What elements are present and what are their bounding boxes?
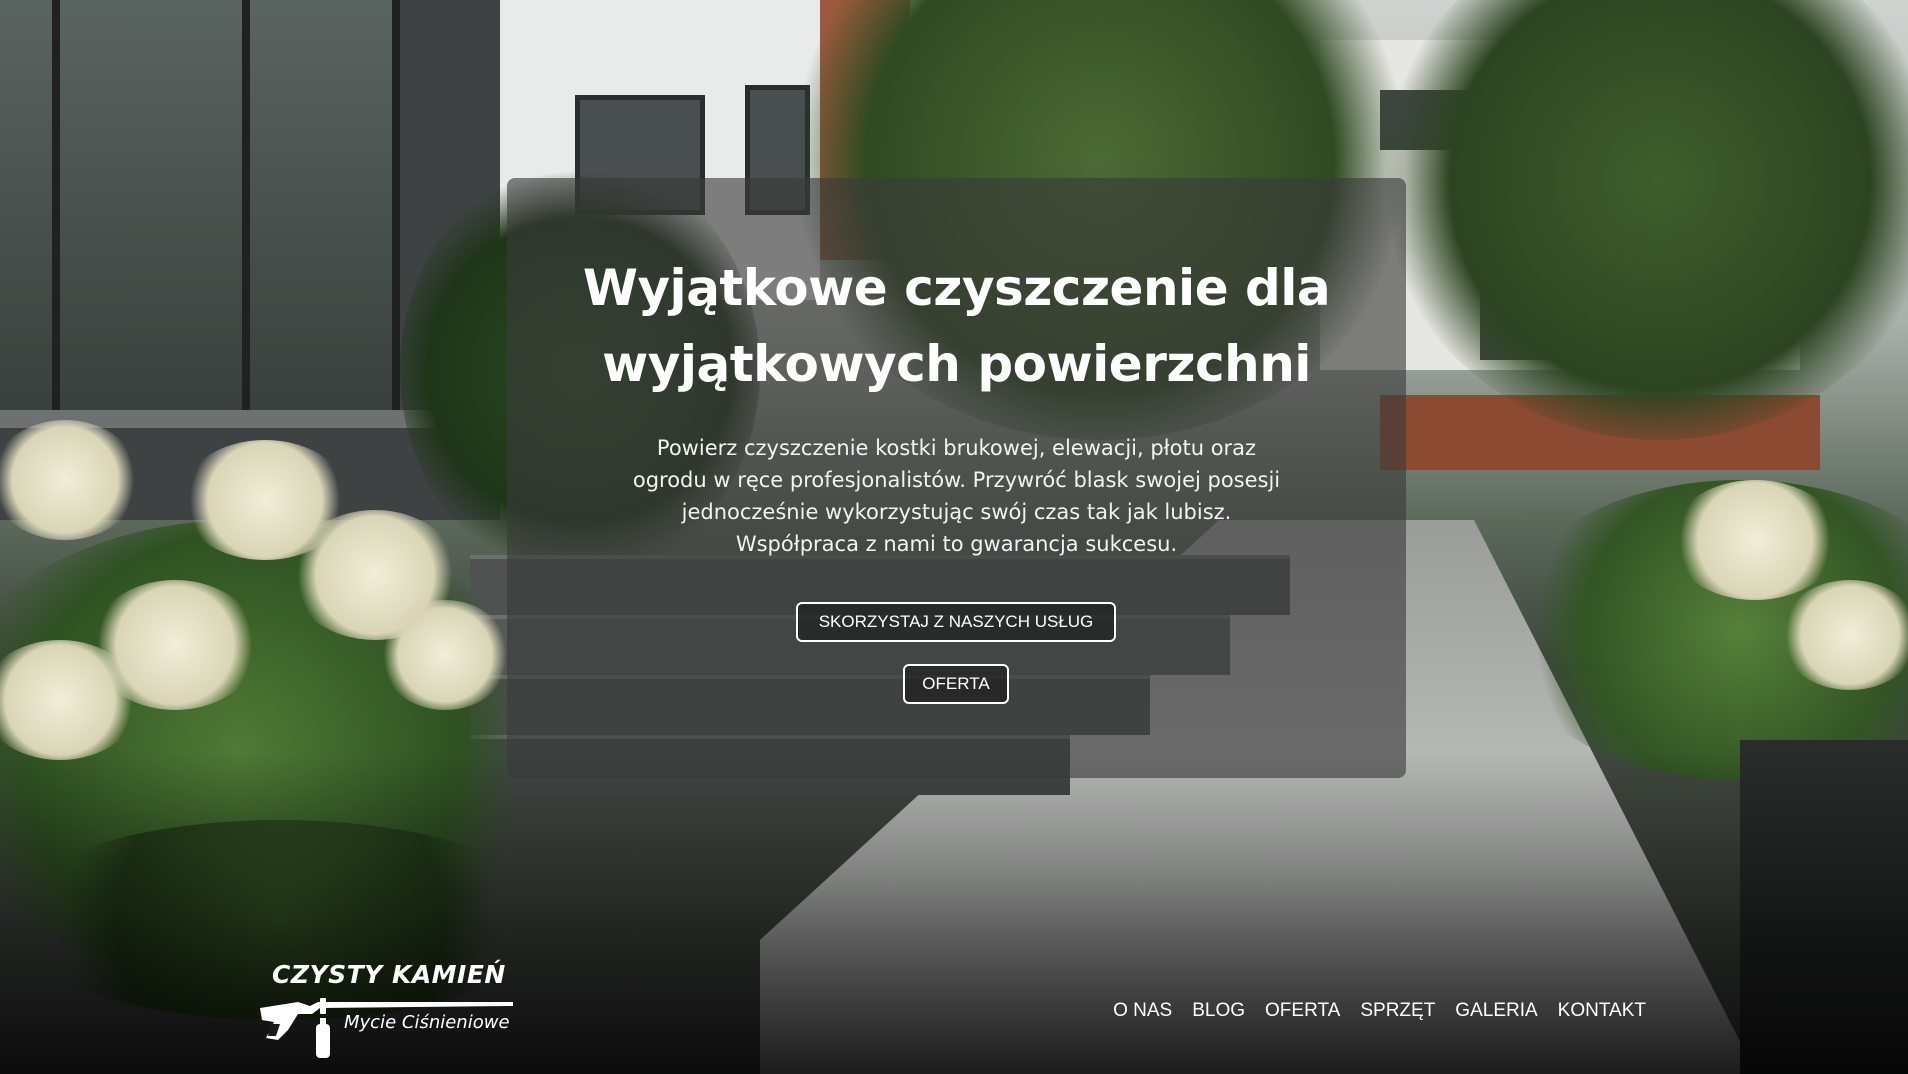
nav-item-oferta[interactable]: OFERTA [1265, 1000, 1340, 1022]
hero-title-line: wyjątkowych powierzchni [602, 335, 1311, 393]
offer-button[interactable]: OFERTA [903, 664, 1009, 704]
nav-item-blog[interactable]: BLOG [1192, 1000, 1245, 1022]
use-our-services-button[interactable]: SKORZYSTAJ Z NASZYCH USŁUG [796, 602, 1116, 642]
hero-description: Powierz czyszczenie kostki brukowej, ele… [600, 432, 1313, 560]
logo-title: CZYSTY KAMIEŃ [272, 960, 506, 989]
nav-item-sprzet[interactable]: SPRZĘT [1360, 1000, 1435, 1022]
nav-item-kontakt[interactable]: KONTAKT [1558, 1000, 1646, 1022]
hero-description-line: Współpraca z nami to gwarancja sukcesu. [735, 532, 1178, 556]
logo[interactable]: CZYSTY KAMIEŃ Mycie Ciśnieniowe [258, 960, 528, 1060]
hero-description-line: jednocześnie wykorzystując swój czas tak… [681, 500, 1232, 524]
hero-description-line: Powierz czyszczenie kostki brukowej, ele… [656, 436, 1257, 460]
logo-subtitle: Mycie Ciśnieniowe [344, 1012, 510, 1033]
hero-description-line: ogrodu w ręce profesjonalistów. Przywróć… [632, 468, 1281, 492]
main-nav: O NAS BLOG OFERTA SPRZĘT GALERIA KONTAKT [1093, 1000, 1646, 1022]
nav-item-o-nas[interactable]: O NAS [1113, 1000, 1172, 1022]
hero-title: Wyjątkowe czyszczenie dla wyjątkowych po… [507, 250, 1406, 402]
nav-item-galeria[interactable]: GALERIA [1455, 1000, 1537, 1022]
hero-title-line: Wyjątkowe czyszczenie dla [582, 259, 1331, 317]
